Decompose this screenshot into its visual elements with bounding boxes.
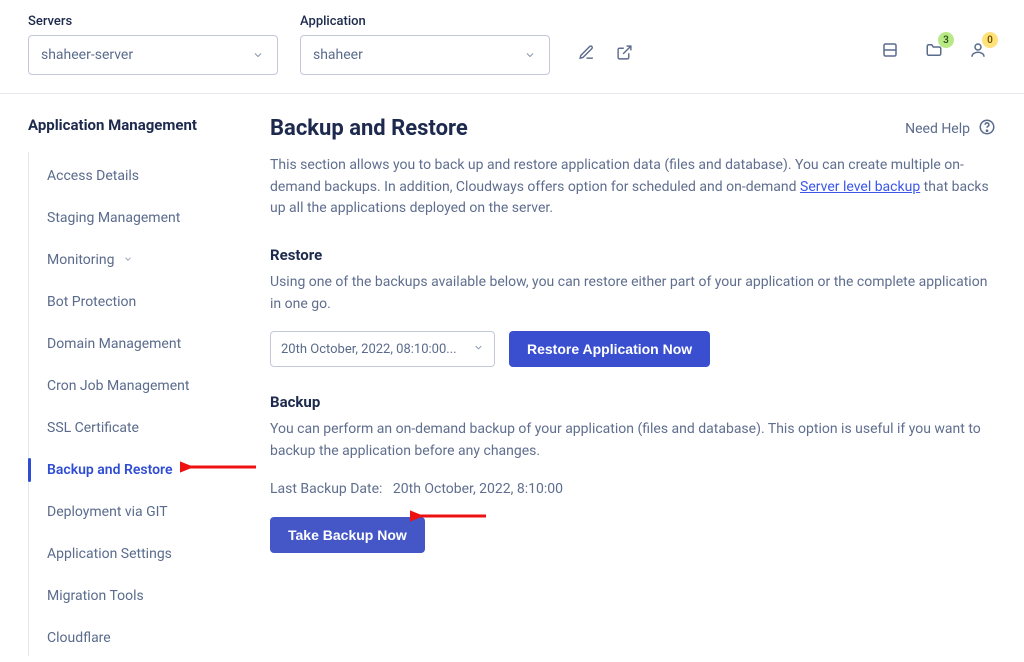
sidebar-list: Access Details Staging Management Monito… (28, 152, 250, 656)
last-backup-value: 20th October, 2022, 8:10:00 (393, 481, 563, 497)
chevron-down-icon (123, 252, 133, 268)
application-select[interactable]: shaheer (300, 35, 550, 75)
sidebar-item-label: Backup and Restore (47, 462, 173, 478)
folder-badge: 3 (938, 32, 954, 48)
help-icon (978, 118, 996, 140)
user-icon[interactable]: 0 (968, 40, 988, 60)
backup-title: Backup (270, 393, 996, 411)
sidebar-item-deployment-via-git[interactable]: Deployment via GIT (29, 494, 250, 530)
servers-select[interactable]: shaheer-server (28, 35, 278, 75)
main: Application Management Access Details St… (0, 94, 1024, 662)
sidebar-title: Application Management (28, 116, 250, 134)
content: Backup and Restore Need Help This sectio… (270, 116, 996, 662)
intro-text: This section allows you to back up and r… (270, 155, 996, 220)
application-select-value: shaheer (313, 47, 363, 63)
application-field: Application shaheer (300, 14, 550, 75)
restore-backup-select[interactable]: 20th October, 2022, 08:10:00... (270, 331, 495, 367)
folder-icon[interactable]: 3 (924, 40, 944, 60)
sidebar-item-access-details[interactable]: Access Details (29, 158, 250, 194)
restore-application-now-button[interactable]: Restore Application Now (509, 331, 710, 367)
last-backup-label: Last Backup Date: (270, 481, 382, 497)
sidebar-item-label: Access Details (47, 168, 139, 184)
sidebar-item-bot-protection[interactable]: Bot Protection (29, 284, 250, 320)
restore-desc: Using one of the backups available below… (270, 272, 996, 315)
sidebar-item-label: Cloudflare (47, 630, 111, 646)
server-level-backup-link[interactable]: Server level backup (800, 179, 920, 195)
sidebar: Application Management Access Details St… (28, 116, 250, 662)
content-header: Backup and Restore Need Help (270, 116, 996, 141)
panel-icon[interactable] (880, 40, 900, 60)
app-inline-actions (576, 42, 634, 62)
edit-icon[interactable] (576, 42, 596, 62)
top-bar: Servers shaheer-server Application shahe… (0, 0, 1024, 94)
open-external-icon[interactable] (614, 42, 634, 62)
restore-select-value: 20th October, 2022, 08:10:00... (281, 342, 457, 357)
sidebar-item-monitoring[interactable]: Monitoring (29, 242, 250, 278)
chevron-down-icon (523, 48, 537, 62)
user-badge: 0 (982, 32, 998, 48)
sidebar-item-domain-management[interactable]: Domain Management (29, 326, 250, 362)
sidebar-item-cloudflare[interactable]: Cloudflare (29, 620, 250, 656)
sidebar-item-label: Monitoring (47, 252, 115, 268)
sidebar-item-application-settings[interactable]: Application Settings (29, 536, 250, 572)
chevron-down-icon (251, 48, 265, 62)
need-help-link[interactable]: Need Help (905, 118, 996, 140)
application-label: Application (300, 14, 550, 29)
last-backup-row: Last Backup Date: 20th October, 2022, 8:… (270, 481, 996, 497)
servers-select-value: shaheer-server (41, 47, 133, 63)
sidebar-item-label: Domain Management (47, 336, 181, 352)
sidebar-item-staging-management[interactable]: Staging Management (29, 200, 250, 236)
sidebar-item-ssl-certificate[interactable]: SSL Certificate (29, 410, 250, 446)
sidebar-item-label: Deployment via GIT (47, 504, 168, 520)
page-title: Backup and Restore (270, 116, 468, 141)
take-backup-now-button[interactable]: Take Backup Now (270, 517, 425, 553)
servers-label: Servers (28, 14, 278, 29)
sidebar-item-label: Cron Job Management (47, 378, 189, 394)
sidebar-item-label: SSL Certificate (47, 420, 139, 436)
backup-desc: You can perform an on-demand backup of y… (270, 419, 996, 462)
sidebar-item-label: Migration Tools (47, 588, 144, 604)
need-help-label: Need Help (905, 121, 970, 137)
servers-field: Servers shaheer-server (28, 14, 278, 75)
restore-row: 20th October, 2022, 08:10:00... Restore … (270, 331, 996, 367)
sidebar-item-migration-tools[interactable]: Migration Tools (29, 578, 250, 614)
restore-title: Restore (270, 246, 996, 264)
sidebar-item-label: Bot Protection (47, 294, 136, 310)
top-right-icons: 3 0 (880, 40, 996, 60)
sidebar-item-label: Staging Management (47, 210, 180, 226)
sidebar-item-label: Application Settings (47, 546, 172, 562)
chevron-down-icon (473, 342, 484, 357)
sidebar-item-cron-job-management[interactable]: Cron Job Management (29, 368, 250, 404)
sidebar-item-backup-and-restore[interactable]: Backup and Restore (29, 452, 250, 488)
